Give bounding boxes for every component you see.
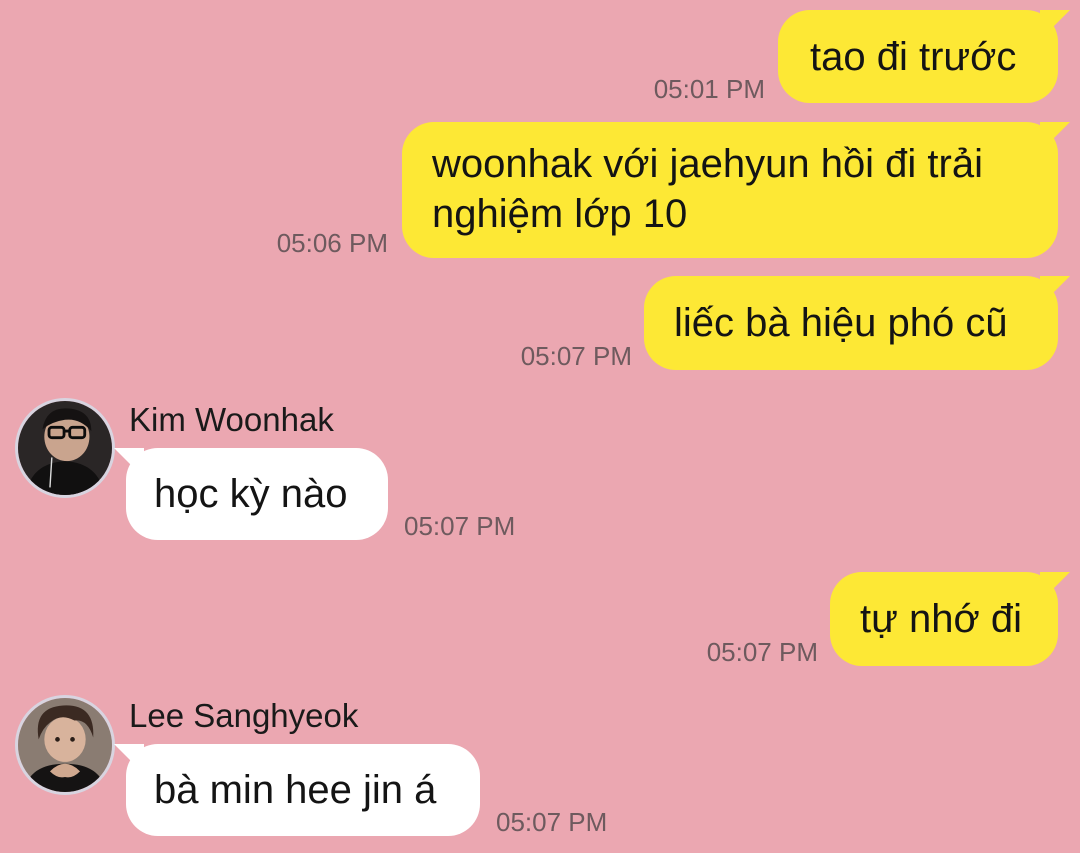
message-text: tự nhớ đi xyxy=(860,597,1022,641)
message-timestamp: 05:07 PM xyxy=(496,807,608,837)
message-timestamp: 05:01 PM xyxy=(653,74,765,104)
message-text: woonhak với jaehyun hồi đi trải nghiệm l… xyxy=(432,142,983,236)
avatar-kim-woonhak[interactable] xyxy=(15,398,115,498)
outgoing-message-bubble[interactable]: tao đi trước xyxy=(778,10,1058,103)
sender-name: Kim Woonhak xyxy=(129,401,334,438)
outgoing-message-bubble[interactable]: woonhak với jaehyun hồi đi trải nghiệm l… xyxy=(402,122,1058,258)
outgoing-message-bubble[interactable]: tự nhớ đi xyxy=(830,572,1058,666)
kim-woonhak-photo-icon xyxy=(18,401,112,495)
incoming-message-bubble[interactable]: học kỳ nào xyxy=(126,448,388,540)
avatar-lee-sanghyeok[interactable] xyxy=(15,695,115,795)
outgoing-message-bubble[interactable]: liếc bà hiệu phó cũ xyxy=(644,276,1058,370)
sender-name: Lee Sanghyeok xyxy=(129,697,359,734)
message-timestamp: 05:07 PM xyxy=(404,511,516,541)
message-text: học kỳ nào xyxy=(154,472,348,516)
message-timestamp: 05:06 PM xyxy=(276,228,388,258)
message-text: tao đi trước xyxy=(810,35,1017,79)
incoming-message-bubble[interactable]: bà min hee jin á xyxy=(126,744,480,836)
message-timestamp: 05:07 PM xyxy=(706,637,818,667)
message-timestamp: 05:07 PM xyxy=(520,341,632,371)
lee-sanghyeok-photo-icon xyxy=(18,698,112,792)
message-text: bà min hee jin á xyxy=(154,768,437,812)
message-text: liếc bà hiệu phó cũ xyxy=(674,301,1008,345)
